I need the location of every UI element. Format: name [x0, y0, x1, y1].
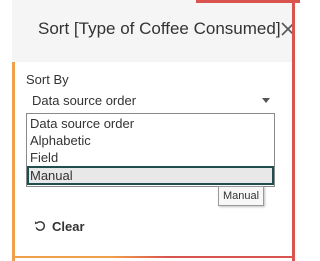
sort-dialog: Sort [Type of Coffee Consumed] Sort By D…: [0, 0, 300, 261]
clear-button[interactable]: Clear: [34, 216, 85, 236]
accent-border-top: [196, 0, 300, 3]
tooltip: Manual: [218, 186, 265, 206]
clear-label: Clear: [52, 218, 85, 234]
chevron-down-icon[interactable]: [262, 98, 270, 103]
accent-border-left: [12, 62, 15, 261]
option-alphabetic[interactable]: Alphabetic: [27, 132, 274, 149]
sort-by-dropdown-list: Data source order Alphabetic Field Manua…: [26, 113, 275, 187]
option-data-source-order[interactable]: Data source order: [27, 115, 274, 132]
dialog-header: Sort [Type of Coffee Consumed]: [12, 0, 295, 62]
option-field[interactable]: Field: [27, 149, 274, 166]
accent-border-bottom: [12, 256, 295, 258]
option-manual[interactable]: Manual: [27, 166, 274, 185]
reset-icon: [34, 221, 46, 231]
sort-by-selected-value: Data source order: [32, 93, 137, 108]
sort-by-label: Sort By: [26, 72, 69, 87]
dialog-title: Sort [Type of Coffee Consumed]: [38, 19, 281, 38]
accent-border-right: [292, 0, 295, 261]
sort-by-select[interactable]: Data source order: [26, 89, 274, 111]
